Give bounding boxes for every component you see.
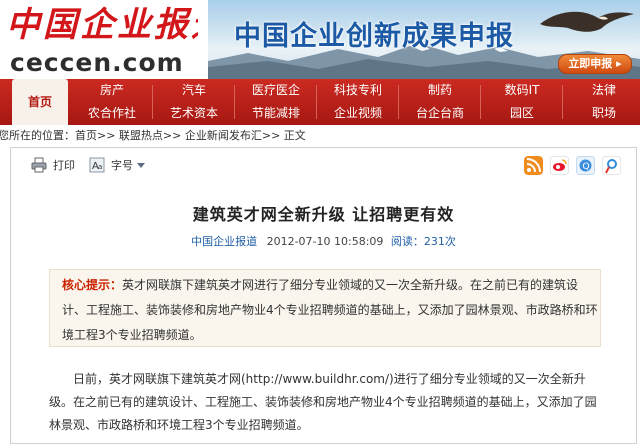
nav-home-tab[interactable]: 首页 [12,79,68,125]
nav-column-6: 数码IT 园区 [486,79,558,125]
article-views: 阅读：231次 [390,235,456,248]
nav-column-2: 汽车 艺术资本 [158,79,230,125]
site-domain-logo[interactable]: ceccen.com [10,50,200,76]
eagle-graphic [540,11,634,32]
article-meta: 中国企业报道 2012-07-10 10:58:09 阅读：231次 [11,233,636,249]
banner-title: 中国企业创新成果申报 [234,21,514,52]
nav-column-7: 法律 职场 [568,79,640,125]
nav-link-video[interactable]: 企业视频 [322,102,394,125]
font-size-icon[interactable]: A a [89,157,105,173]
article-toolbar: 打印 A a 字号 Q [11,148,636,183]
nav-link-digital-it[interactable]: 数码IT [486,79,558,102]
breadcrumb[interactable]: 您所在的位置：首页>> 联盟热点>> 企业新闻发布汇>> 正文 [0,127,306,144]
tencent-weibo-icon[interactable] [602,156,621,175]
article-summary: 核心提示：英才网联旗下建筑英才网进行了细分专业领域的又一次全新升级。在之前已有的… [49,269,601,347]
print-icon[interactable] [31,157,47,173]
apply-now-button[interactable]: 立即申报 ▸ [558,54,632,74]
nav-link-park[interactable]: 园区 [486,102,558,125]
svg-text:a: a [98,163,102,171]
article-container: 打印 A a 字号 Q 建筑英才网全新升级 让招聘更有效 中国企业报道 2012… [10,147,637,444]
qzone-share-icon[interactable]: Q [576,156,595,175]
nav-link-law[interactable]: 法律 [568,79,640,102]
nav-link-career[interactable]: 职场 [568,102,640,125]
nav-link-auto[interactable]: 汽车 [158,79,230,102]
main-nav: 首页 房产 农合作社 汽车 艺术资本 医疗医企 节能减排 科技专利 企业视频 制… [0,79,640,125]
site-header: 中国企业报道 ceccen.com 中国企业创新成果申报 立即申报 ▸ [0,0,640,79]
promo-banner[interactable]: 中国企业创新成果申报 立即申报 ▸ [208,0,640,79]
nav-link-art-capital[interactable]: 艺术资本 [158,102,230,125]
nav-link-coop[interactable]: 农合作社 [76,102,148,125]
nav-divider [152,85,153,119]
nav-divider [562,85,563,119]
article-datetime: 2012-07-10 10:58:09 [266,235,384,248]
nav-link-energy[interactable]: 节能减排 [240,102,312,125]
article-body: 日前，英才网联旗下建筑英才网(http://www.buildhr.com/)进… [49,372,597,432]
nav-divider [398,85,399,119]
article-title: 建筑英才网全新升级 让招聘更有效 [192,205,455,224]
weibo-icon[interactable] [550,156,569,175]
article-source[interactable]: 中国企业报道 [191,235,257,248]
nav-divider [316,85,317,119]
nav-divider [480,85,481,119]
nav-link-taiwan[interactable]: 台企台商 [404,102,476,125]
nav-column-5: 制药 台企台商 [404,79,476,125]
svg-text:Q: Q [583,162,590,172]
font-size-button[interactable]: 字号 [111,158,133,174]
chevron-down-icon[interactable] [137,163,145,169]
nav-column-4: 科技专利 企业视频 [322,79,394,125]
nav-column-1: 房产 农合作社 [76,79,148,125]
nav-link-pharma[interactable]: 制药 [404,79,476,102]
print-button[interactable]: 打印 [53,158,75,174]
summary-label: 核心提示： [62,278,123,292]
rss-icon[interactable] [524,156,543,175]
nav-link-medical[interactable]: 医疗医企 [240,79,312,102]
nav-link-real-estate[interactable]: 房产 [76,79,148,102]
summary-text: 英才网联旗下建筑英才网进行了细分专业领域的又一次全新升级。在之前已有的建筑设计、… [62,278,598,342]
nav-column-3: 医疗医企 节能减排 [240,79,312,125]
nav-link-tech-patent[interactable]: 科技专利 [322,79,394,102]
nav-divider [234,85,235,119]
site-logo[interactable]: 中国企业报道 [6,2,198,48]
